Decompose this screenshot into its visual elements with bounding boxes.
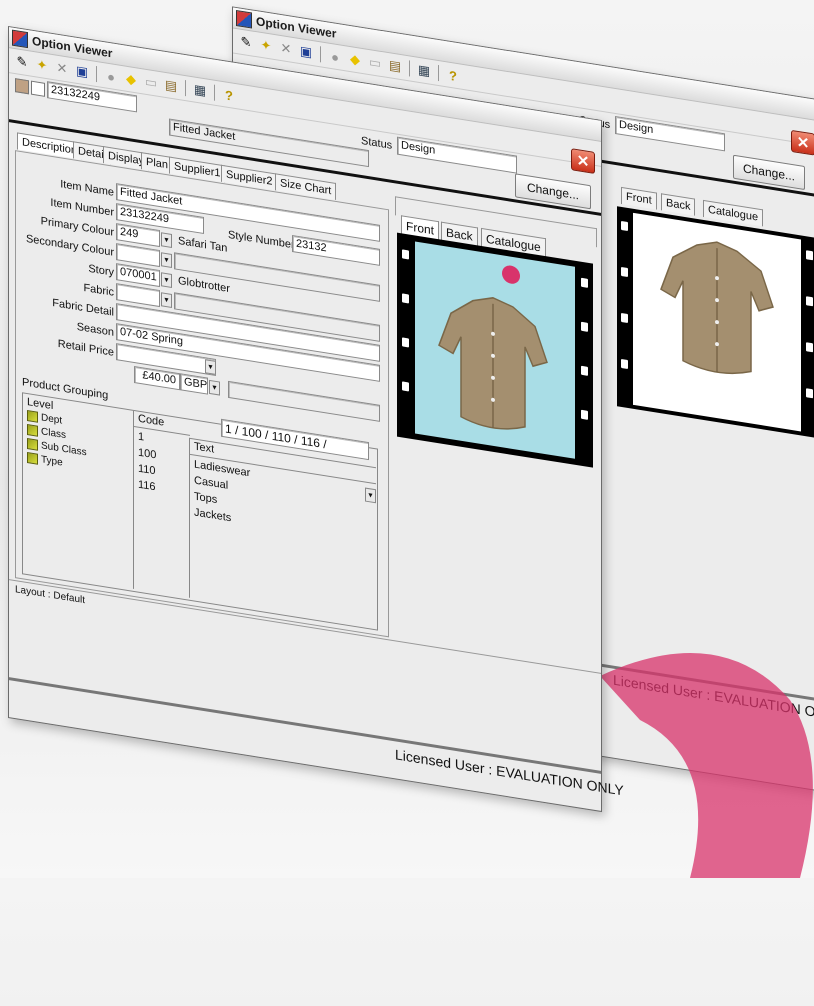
app-icon xyxy=(12,29,28,49)
colour-swatch xyxy=(15,78,29,95)
item-name-label: Item Name xyxy=(60,178,114,199)
fabric-detail-label: Fabric Detail xyxy=(52,297,114,319)
sprocket xyxy=(581,321,588,332)
diamond-icon[interactable]: ◆ xyxy=(122,69,140,90)
folder-icon xyxy=(27,452,38,465)
text-column: Text Ladieswear Casual Tops Jackets xyxy=(189,437,376,628)
pencil-icon[interactable]: ✎ xyxy=(13,52,31,73)
extra-field xyxy=(228,380,380,422)
footer-bar xyxy=(9,677,601,774)
currency-dropdown[interactable]: ▼ xyxy=(209,379,220,396)
circle-icon[interactable]: ● xyxy=(102,66,120,87)
x-icon[interactable]: ✕ xyxy=(53,58,71,79)
story-label: Story xyxy=(88,262,114,279)
clipboard-icon[interactable]: ▤ xyxy=(162,75,180,96)
checkbox[interactable] xyxy=(31,80,45,97)
grouping-dropdown[interactable]: ▼ xyxy=(365,487,376,504)
primary-colour-label: Primary Colour xyxy=(40,215,114,239)
front-option-viewer-window: Option Viewer ✎ ✦ ✕ ▣ ● ◆ ▭ ▤ ▦ ? 231322… xyxy=(8,26,624,813)
season-label: Season xyxy=(76,320,114,339)
filmstrip-frame xyxy=(397,232,593,468)
fabric-label: Fabric xyxy=(83,281,114,299)
jacket-illustration xyxy=(438,265,548,430)
toolbar-separator xyxy=(96,65,97,83)
help-icon[interactable]: ? xyxy=(220,85,238,106)
grid-icon[interactable]: ▦ xyxy=(191,80,209,101)
description-panel: Item Name Fitted Jacket Item Number 2313… xyxy=(15,150,389,638)
toolbar-separator xyxy=(185,80,186,97)
licensed-user-label: Licensed User : EVALUATION ONLY xyxy=(395,746,624,799)
retail-price-label: Retail Price xyxy=(57,337,114,359)
primary-colour-dropdown[interactable]: ▼ xyxy=(161,232,172,248)
fabric-dropdown[interactable]: ▼ xyxy=(161,292,172,308)
secondary-colour-dropdown[interactable]: ▼ xyxy=(161,252,172,268)
sprocket xyxy=(581,409,588,420)
close-icon[interactable]: ✕ xyxy=(571,148,595,174)
currency-field[interactable]: GBP xyxy=(180,373,208,395)
front-window: Option Viewer ✎ ✦ ✕ ▣ ● ◆ ▭ ▤ ▦ ? 231322… xyxy=(0,0,814,1006)
save-icon[interactable]: ▣ xyxy=(73,61,91,82)
sprocket xyxy=(581,365,588,376)
folder-icon xyxy=(27,410,38,423)
sprocket xyxy=(402,337,409,348)
sprocket xyxy=(581,277,588,288)
page-icon[interactable]: ▭ xyxy=(142,72,160,93)
product-image xyxy=(415,241,575,459)
tree-label: Dept xyxy=(41,412,63,427)
tree-label: Class xyxy=(41,426,67,442)
sprocket xyxy=(402,293,409,304)
tree-row-type[interactable]: Type xyxy=(27,452,63,469)
season-dropdown[interactable]: ▼ xyxy=(205,359,216,375)
sprocket xyxy=(402,381,409,392)
wand-icon[interactable]: ✦ xyxy=(33,55,51,76)
tree-label: Type xyxy=(41,454,63,469)
code-column: Code 1 100 110 116 xyxy=(133,410,190,598)
retail-price-field[interactable]: £40.00 xyxy=(134,365,180,391)
folder-icon xyxy=(27,424,38,437)
folder-icon xyxy=(27,438,38,451)
story-dropdown[interactable]: ▼ xyxy=(161,272,172,288)
sprocket xyxy=(402,249,409,260)
toolbar-separator xyxy=(214,84,215,101)
item-number-label: Item Number xyxy=(50,196,114,219)
